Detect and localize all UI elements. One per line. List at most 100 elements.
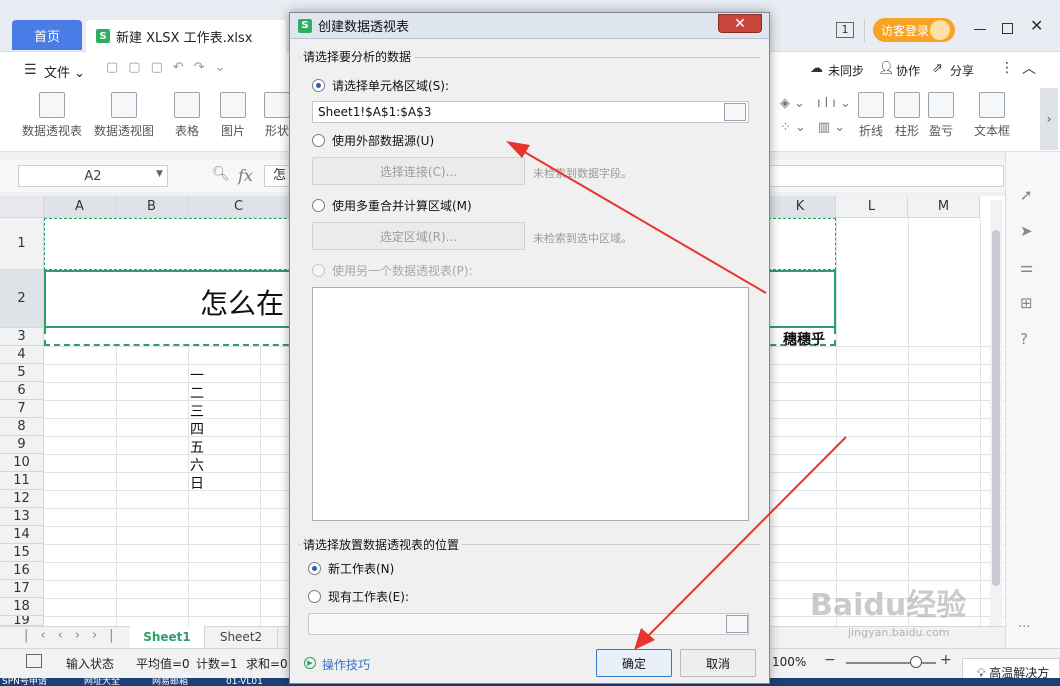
row-header-18[interactable]: 18 [0, 598, 44, 616]
dialog-close-button[interactable]: ✕ [718, 14, 762, 33]
col-header-a[interactable]: A [44, 196, 116, 218]
ribbon-table[interactable]: 表格 [174, 92, 200, 139]
ribbon-scroll-right[interactable]: › [1040, 88, 1058, 150]
select-connection-button[interactable]: 选择连接(C)... [312, 157, 525, 185]
tab-nav-icons[interactable]: |‹‹››| [24, 628, 126, 643]
row-header-16[interactable]: 16 [0, 562, 44, 580]
taskbar-item[interactable]: 网址大全 [84, 678, 120, 686]
radio-external-source[interactable] [312, 134, 325, 147]
row-header-2[interactable]: 2 [0, 270, 44, 328]
taskbar-item[interactable]: 网易邮箱 [152, 678, 188, 686]
tips-play-icon[interactable]: ▶ [304, 657, 316, 669]
row-header-4[interactable]: 4 [0, 346, 44, 364]
row-header-12[interactable]: 12 [0, 490, 44, 508]
row-header-5[interactable]: 5 [0, 364, 44, 382]
row-header-6[interactable]: 6 [0, 382, 44, 400]
page-indicator[interactable]: 1 [836, 22, 854, 38]
row-header-1[interactable]: 1 [0, 218, 44, 270]
col-header-m[interactable]: M [908, 196, 980, 218]
maximize-icon[interactable] [1002, 23, 1013, 34]
share-button[interactable]: 分享 [950, 62, 974, 79]
ribbon-line[interactable]: 折线 [858, 92, 884, 139]
radio-cell-range-label[interactable]: 请选择单元格区域(S): [332, 77, 449, 94]
fx-icon[interactable]: fx [238, 166, 253, 185]
tips-link[interactable]: 操作技巧 [322, 656, 370, 673]
radio-multi-consolidate[interactable] [312, 199, 325, 212]
macro-icon[interactable] [26, 654, 42, 668]
ribbon-pivot-table[interactable]: 数据透视表 [22, 92, 82, 139]
cursor-icon[interactable]: ➤ [1020, 222, 1033, 240]
close-window-icon[interactable]: ✕ [1030, 16, 1043, 35]
row-header-9[interactable]: 9 [0, 436, 44, 454]
zoom-level[interactable]: 100% [772, 655, 806, 669]
existing-sheet-input[interactable] [308, 613, 749, 635]
zoom-slider-thumb[interactable] [910, 656, 922, 668]
radio-external-source-label[interactable]: 使用外部数据源(U) [332, 132, 434, 149]
select-area-button[interactable]: 选定区域(R)... [312, 222, 525, 250]
row-header-10[interactable]: 10 [0, 454, 44, 472]
ribbon-shape[interactable]: 形状 [264, 92, 290, 139]
range-picker-icon[interactable] [724, 103, 746, 121]
layout-icon[interactable]: ⊞ [1020, 294, 1033, 312]
col-header-b[interactable]: B [116, 196, 188, 218]
zoom-in-icon[interactable]: + [940, 652, 952, 668]
ribbon-textbox[interactable]: 文本框 [974, 92, 1010, 139]
hamburger-icon[interactable]: ☰ [24, 62, 37, 78]
sheet-tab-sheet1[interactable]: Sheet1 [130, 626, 204, 648]
col-header-l[interactable]: L [836, 196, 908, 218]
select-all-corner[interactable] [0, 196, 44, 218]
radio-multi-consolidate-label[interactable]: 使用多重合并计算区域(M) [332, 197, 472, 214]
ok-button[interactable]: 确定 [596, 649, 672, 677]
tab-file[interactable]: S 新建 XLSX 工作表.xlsx [86, 20, 286, 52]
row-header-17[interactable]: 17 [0, 580, 44, 598]
row-header-14[interactable]: 14 [0, 526, 44, 544]
more-icon[interactable]: ⋮ [1000, 60, 1014, 76]
col-header-c[interactable]: C [188, 196, 290, 218]
row-header-8[interactable]: 8 [0, 418, 44, 436]
ribbon-pivot-chart[interactable]: 数据透视图 [94, 92, 154, 139]
name-box[interactable]: A2 [18, 165, 168, 187]
row-header-19[interactable]: 19 [0, 616, 44, 626]
namebox-dropdown-icon[interactable]: ▼ [156, 169, 163, 179]
taskbar-item[interactable]: SPN号申请 [2, 678, 47, 686]
unsync-button[interactable]: 未同步 [828, 62, 864, 79]
radio-another-pivot-label[interactable]: 使用另一个数据透视表(P): [332, 262, 473, 279]
zoom-formula-icon[interactable]: 🔍︎ [212, 166, 230, 182]
ribbon-winloss[interactable]: 盈亏 [928, 92, 954, 139]
row-header-13[interactable]: 13 [0, 508, 44, 526]
row-header-15[interactable]: 15 [0, 544, 44, 562]
avatar-icon[interactable] [930, 20, 950, 40]
file-menu[interactable]: 文件 ⌄ [44, 62, 85, 81]
radio-cell-range[interactable] [312, 79, 325, 92]
dialog-title-bar[interactable]: S 创建数据透视表 [290, 13, 769, 39]
sliders-icon[interactable]: ⚌ [1020, 258, 1033, 276]
zoom-slider-track[interactable] [846, 662, 936, 664]
quick-access-icons[interactable]: ▢▢▢↶↷⌄ [106, 60, 236, 75]
sidebar-more-icon[interactable]: ··· [1018, 620, 1030, 635]
ribbon-picture[interactable]: 图片 [220, 92, 246, 139]
vertical-scroll-thumb[interactable] [992, 230, 1000, 586]
collapse-ribbon-icon[interactable]: ︿ [1022, 58, 1036, 78]
row-header-3[interactable]: 3 [0, 328, 44, 346]
range-input[interactable]: Sheet1!$A$1:$A$3 [312, 101, 749, 123]
pivot-list-box[interactable] [312, 287, 749, 521]
help-icon[interactable]: ? [1020, 330, 1028, 348]
minimize-icon[interactable] [974, 29, 986, 30]
radio-another-pivot[interactable] [312, 264, 325, 277]
col-header-k[interactable]: K [765, 196, 836, 218]
location-picker-icon[interactable] [726, 615, 748, 633]
collab-button[interactable]: 协作 [896, 62, 920, 79]
row-header-11[interactable]: 11 [0, 472, 44, 490]
tab-home[interactable]: 首页 [12, 20, 82, 50]
taskbar-item[interactable]: 01-VL01 [226, 678, 263, 686]
rocket-icon[interactable]: ➚ [1020, 186, 1033, 204]
chart-type-icons-2[interactable]: ⁘⌄ ▥⌄ [780, 120, 849, 135]
row-header-7[interactable]: 7 [0, 400, 44, 418]
radio-new-sheet-label[interactable]: 新工作表(N) [328, 560, 394, 577]
chart-type-icons[interactable]: ◈⌄ ılı⌄ [780, 96, 855, 111]
cancel-button[interactable]: 取消 [680, 649, 756, 677]
sheet-tab-sheet2[interactable]: Sheet2 [204, 626, 278, 648]
ribbon-column[interactable]: 柱形 [894, 92, 920, 139]
radio-new-sheet[interactable] [308, 562, 321, 575]
radio-existing-sheet-label[interactable]: 现有工作表(E): [328, 588, 409, 605]
